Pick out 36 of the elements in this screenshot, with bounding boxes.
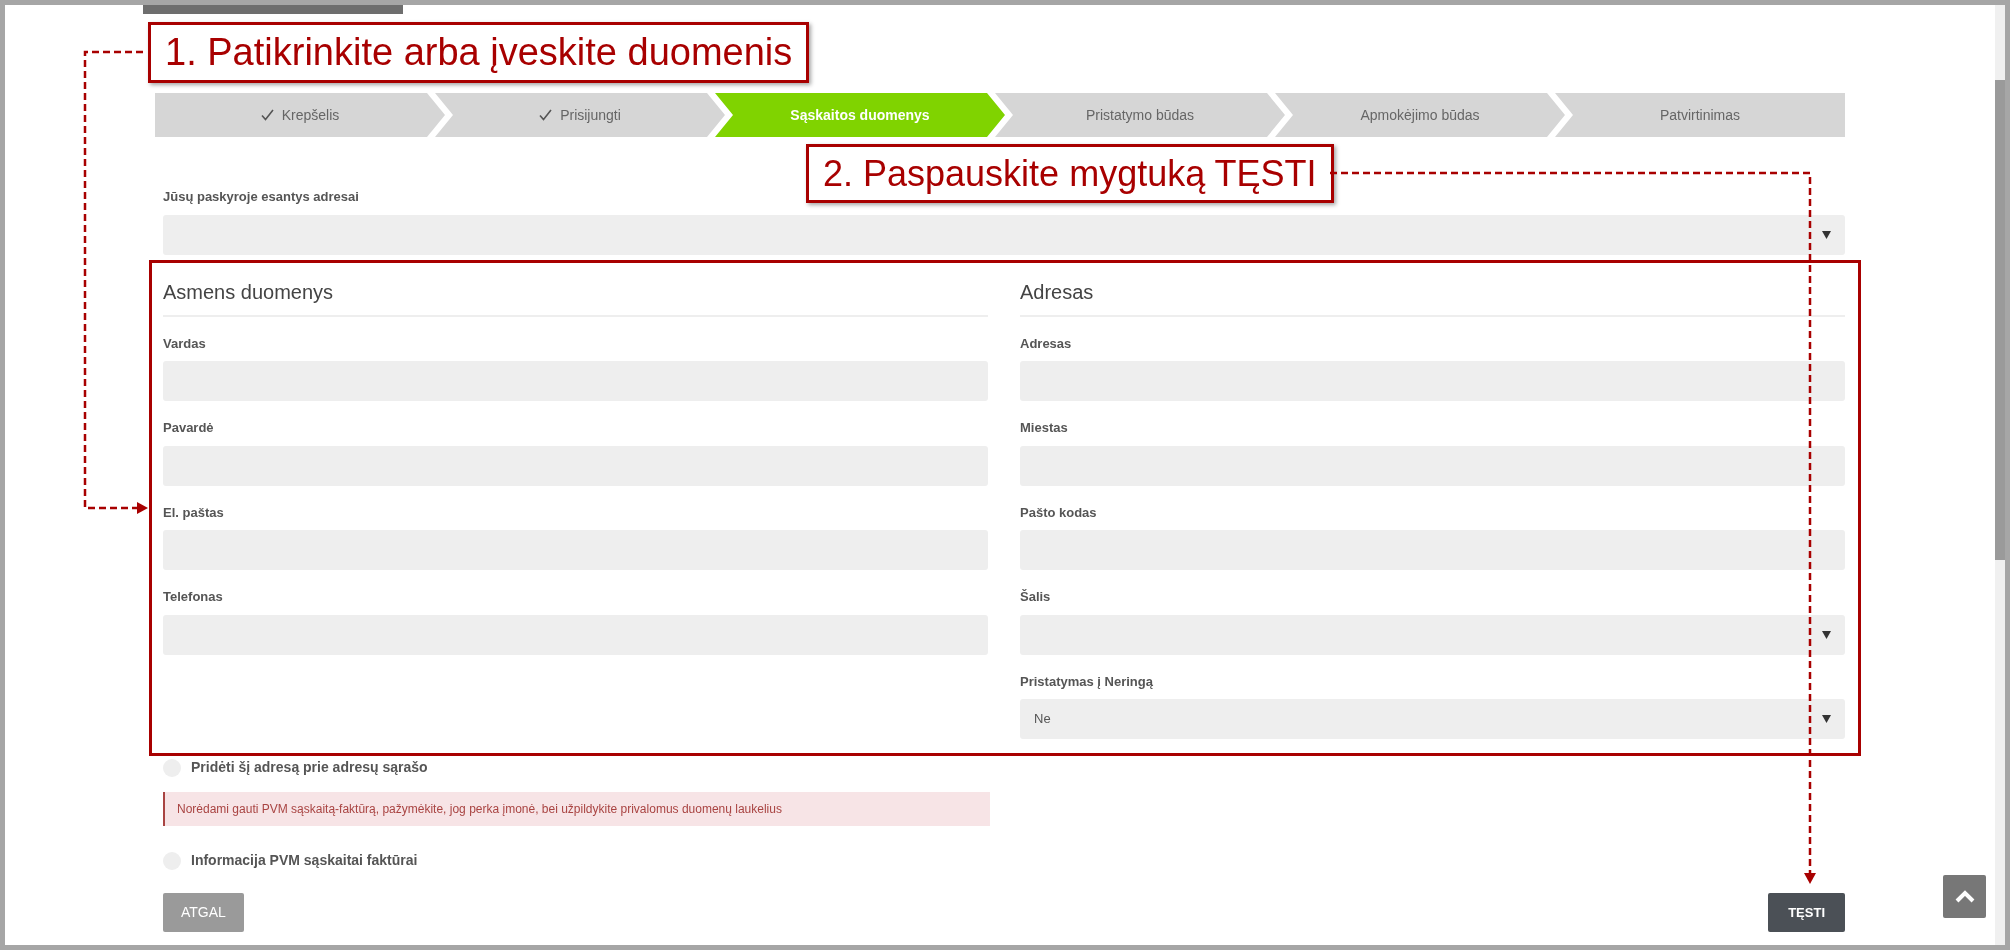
option-label: Pridėti šį adresą prie adresų sąrašo xyxy=(191,758,428,777)
select-field[interactable] xyxy=(1020,614,1845,655)
checkout-step[interactable]: Pristatymo būdas xyxy=(995,93,1285,137)
select-field[interactable] xyxy=(163,214,1845,255)
input-field[interactable] xyxy=(1020,361,1845,401)
annotation-callout: 1. Patikrinkite arba įveskite duomenis xyxy=(148,22,810,83)
continue-button[interactable]: TĘSTI xyxy=(1768,893,1845,932)
field-label: Jūsų paskyroje esantys adresai xyxy=(163,188,360,206)
back-button[interactable]: ATGAL xyxy=(163,893,244,932)
checkout-step[interactable]: Prisijungti xyxy=(435,93,725,137)
dropdown-caret-icon xyxy=(1822,715,1831,723)
scroll-to-top-button[interactable] xyxy=(1943,875,1986,918)
section-heading: Asmens duomenys xyxy=(163,276,988,317)
checkout-step[interactable]: Krepšelis xyxy=(155,93,445,137)
field-label: Šalis xyxy=(1020,588,1052,606)
notice-alert: Norėdami gauti PVM sąskaitą-faktūrą, pažymėkite, jog perka įmonė, bei užpildykite privalomus duomenų laukelius xyxy=(163,792,990,826)
field-label: Miestas xyxy=(1020,419,1069,437)
dropdown-caret-icon xyxy=(1822,230,1831,239)
field-label: Vardas xyxy=(163,334,207,353)
checkout-step[interactable]: Apmokėjimo būdas xyxy=(1275,93,1565,137)
field-label: Telefonas xyxy=(163,588,224,606)
dropdown-caret-icon xyxy=(1822,630,1831,639)
chevron-up-icon xyxy=(1954,890,1975,903)
option-label: Informacija PVM sąskaitai faktūrai xyxy=(191,851,418,870)
section-heading: Adresas xyxy=(1020,276,1845,317)
field-label: Pavardė xyxy=(163,419,215,437)
select-field[interactable]: Ne xyxy=(1020,699,1845,739)
field-label: Adresas xyxy=(1020,334,1073,353)
field-label: Pašto kodas xyxy=(1020,503,1098,522)
checkout-step[interactable]: Patvirtinimas xyxy=(1555,93,1845,137)
field-label: El. paštas xyxy=(163,503,225,522)
input-field[interactable] xyxy=(1020,530,1845,570)
scrollbar-thumb[interactable] xyxy=(1995,80,2005,560)
field-label: Pristatymas į Neringą xyxy=(1020,672,1154,691)
annotation-callout: 2. Paspauskite mygtuką TĘSTI xyxy=(806,144,1334,203)
input-field[interactable] xyxy=(1020,445,1845,486)
